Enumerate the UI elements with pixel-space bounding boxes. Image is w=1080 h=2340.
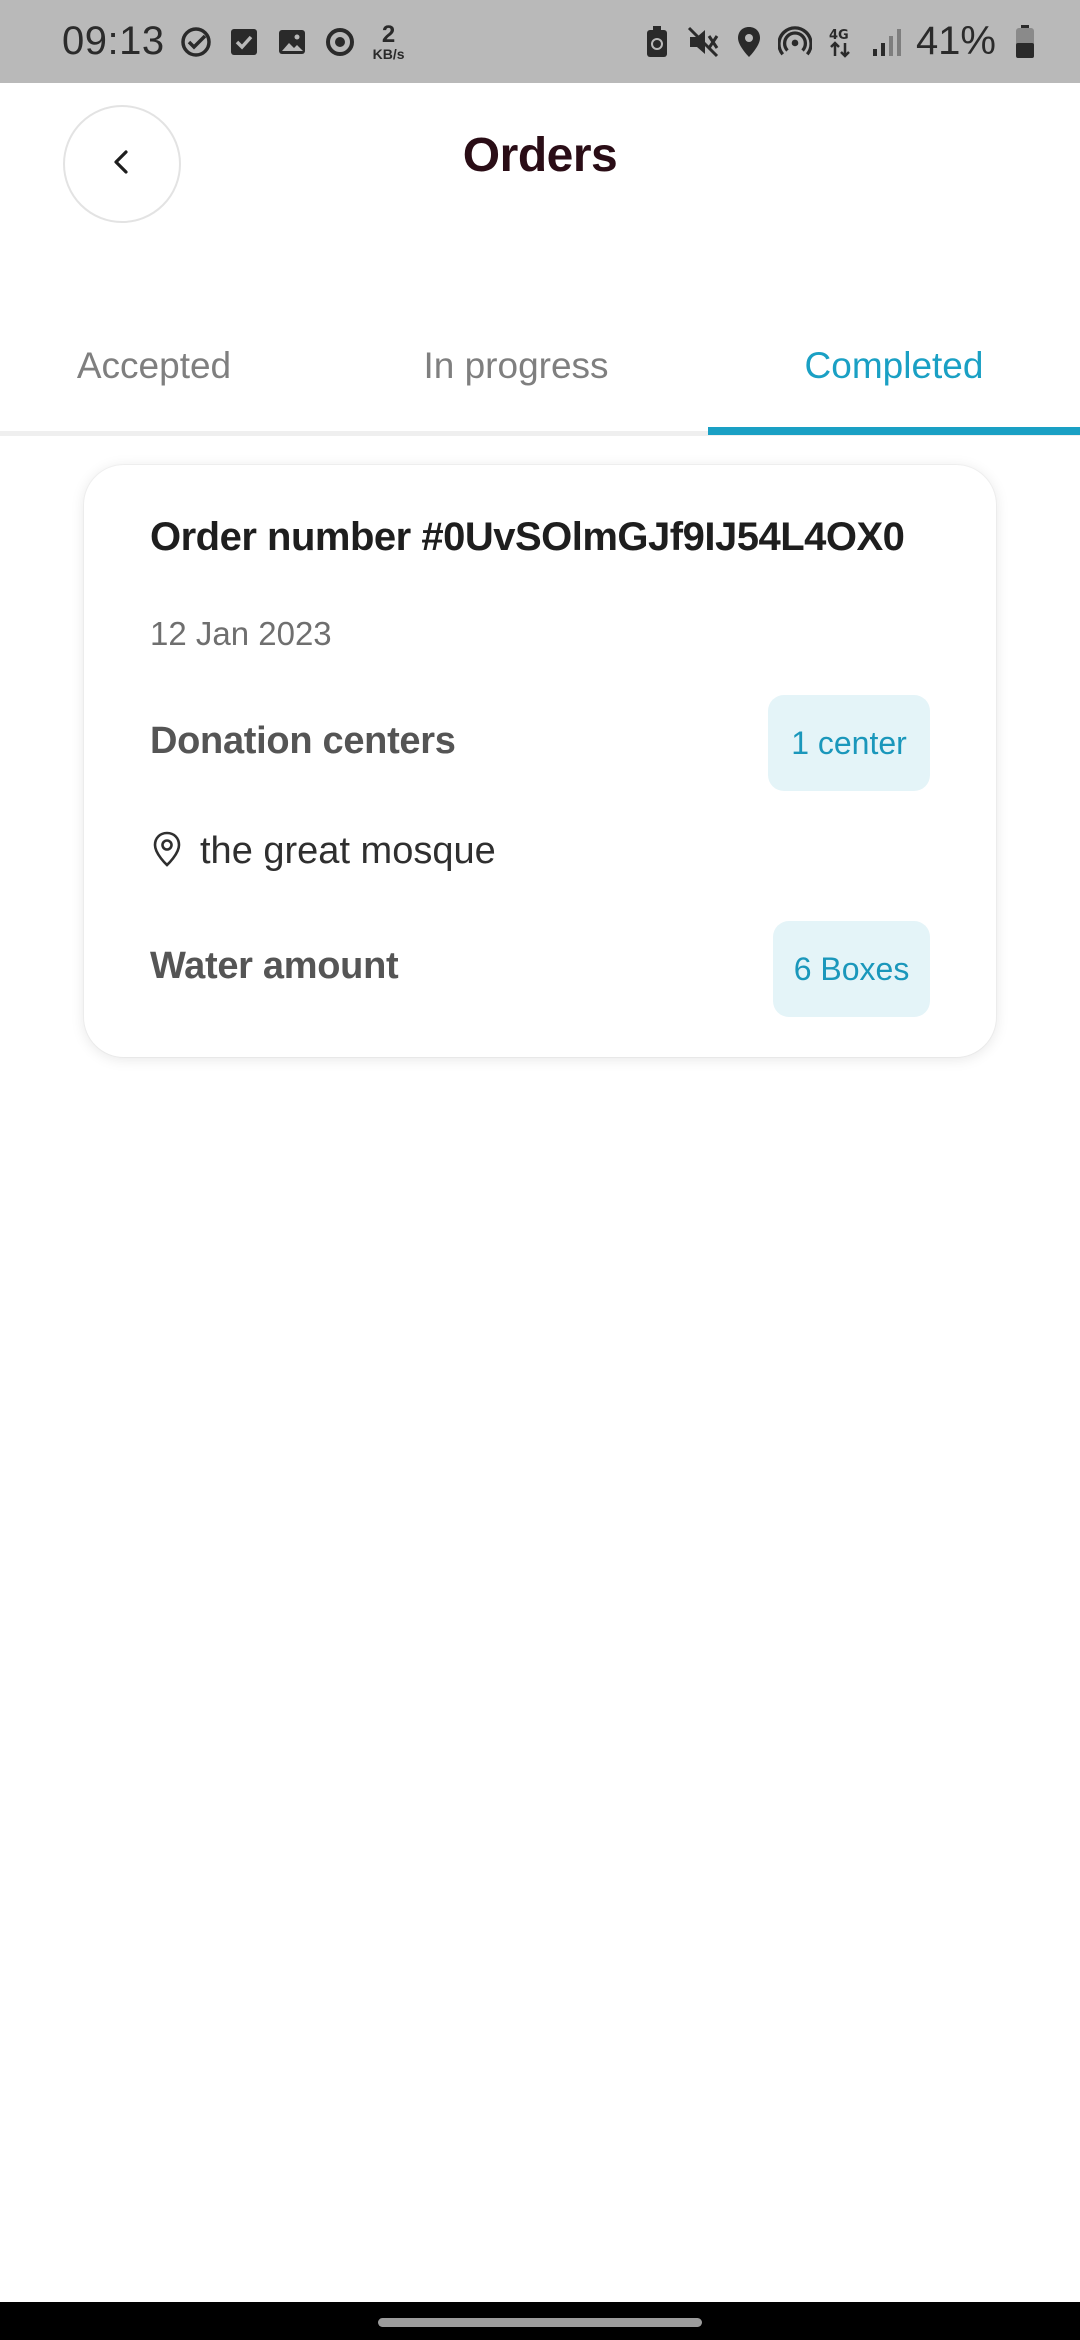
recycle-battery-icon <box>640 25 674 59</box>
order-number: Order number #0UvSOlmGJf9IJ54L4OX0 <box>150 515 905 559</box>
location-text: the great mosque <box>200 830 496 872</box>
water-amount-label: Water amount <box>150 945 399 987</box>
tab-completed[interactable]: Completed <box>708 300 1080 432</box>
mute-icon <box>686 25 720 59</box>
tab-accepted[interactable]: Accepted <box>0 300 308 432</box>
network-speed-unit: KB/s <box>372 45 405 62</box>
active-tab-indicator <box>708 427 1080 435</box>
sync-icon <box>323 25 357 59</box>
gallery-icon <box>275 25 309 59</box>
signal-icon <box>870 25 904 59</box>
page-title: Orders <box>462 129 618 182</box>
battery-percent: 41% <box>915 19 996 63</box>
water-amount-badge: 6 Boxes <box>773 921 930 1017</box>
order-date: 12 Jan 2023 <box>150 615 332 652</box>
checkbox-icon <box>227 25 261 59</box>
donation-centers-label: Donation centers <box>150 720 456 762</box>
hotspot-icon <box>777 25 812 59</box>
order-status-tabs: Accepted In progress Completed <box>0 300 1080 436</box>
location-row: the great mosque <box>150 830 496 873</box>
battery-icon <box>1008 24 1042 59</box>
status-bar: 09:13 2 KB/s 4G 41% <box>0 0 1080 83</box>
network-speed: 2 KB/s <box>372 20 405 62</box>
home-handle[interactable] <box>378 2318 702 2327</box>
svg-text:4G: 4G <box>829 28 849 43</box>
status-left: 09:13 2 KB/s <box>62 0 405 83</box>
network-speed-value: 2 <box>381 20 396 48</box>
location-pin-icon <box>150 830 184 873</box>
order-card[interactable]: Order number #0UvSOlmGJf9IJ54L4OX0 12 Ja… <box>84 465 996 1057</box>
status-time: 09:13 <box>62 19 165 63</box>
centers-count-badge: 1 center <box>768 695 930 791</box>
system-nav-bar <box>0 2302 1080 2340</box>
location-icon <box>732 25 766 59</box>
check-circle-icon <box>179 25 213 59</box>
tab-in-progress[interactable]: In progress <box>360 300 672 432</box>
4g-icon: 4G <box>824 25 858 59</box>
status-right: 4G 41% <box>640 0 1042 83</box>
